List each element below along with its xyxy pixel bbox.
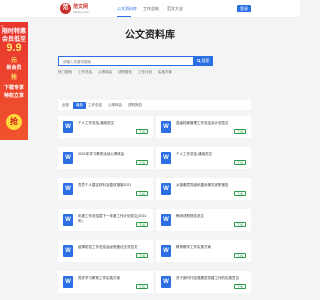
search-button[interactable]: 搜索 xyxy=(193,56,213,66)
doc-card[interactable]: W 教育教学工作实施方案 下载 xyxy=(156,240,251,262)
logo-url: fanwen.com xyxy=(73,9,90,14)
nav-active-indicator xyxy=(117,16,131,17)
login-button[interactable]: 登录 xyxy=(237,5,251,12)
doc-title[interactable]: 县级档案管理工作总结及计划范文 xyxy=(176,121,246,126)
search-button-label: 搜索 xyxy=(201,58,210,63)
hot-search-link[interactable]: 工作计划 xyxy=(138,70,152,74)
download-button[interactable]: 下载 xyxy=(136,284,148,289)
top-nav: 范 范文网 fanwen.com 公文资料库 工作总结 范文大全 登录 xyxy=(0,0,300,18)
doc-card[interactable]: W 县级档案管理工作总结及计划范文 下载 xyxy=(156,116,251,138)
doc-title[interactable]: 个人工作总结-通用范文 xyxy=(176,152,246,157)
doc-title[interactable]: 教育教学工作实施方案 xyxy=(176,245,246,250)
word-doc-icon: W xyxy=(161,276,171,288)
doc-title[interactable]: 个人工作总结-通用范文 xyxy=(78,121,148,126)
filter-latest[interactable]: 最新 xyxy=(73,102,86,109)
word-doc-icon: W xyxy=(161,245,171,257)
doc-title[interactable]: 教师述职报告范文 xyxy=(176,214,246,219)
search-input[interactable] xyxy=(63,58,183,65)
grab-button[interactable]: 抢 xyxy=(6,114,22,130)
doc-title[interactable]: 乡镇基层党组织建设情况述职报告 xyxy=(176,183,246,188)
logo[interactable]: 范 范文网 fanwen.com xyxy=(60,3,89,14)
download-button[interactable]: 下载 xyxy=(234,222,246,227)
nav-link-essays[interactable]: 范文大全 xyxy=(167,6,183,12)
download-button[interactable]: 下载 xyxy=(234,191,246,196)
download-button[interactable]: 下载 xyxy=(234,253,246,258)
download-button[interactable]: 下载 xyxy=(234,129,246,134)
word-doc-icon: W xyxy=(161,121,171,133)
doc-card[interactable]: W 疫情防控工作总结及经验做法交流范文 下载 xyxy=(58,240,153,262)
download-button[interactable]: 下载 xyxy=(234,160,246,165)
doc-card[interactable]: W 教师述职报告范文 下载 xyxy=(156,209,251,231)
word-doc-icon: W xyxy=(161,152,171,164)
word-doc-icon: W xyxy=(63,276,73,288)
doc-card[interactable]: W 党员个人建议材料及整改措施2021 下载 xyxy=(58,178,153,200)
doc-card[interactable]: W 2021年学习教育活动心得体会 下载 xyxy=(58,147,153,169)
promo-line: 抢 xyxy=(10,75,17,81)
doc-card[interactable]: W 党史学习教育工作实施方案 下载 xyxy=(58,271,153,293)
filter-all[interactable]: 全部 xyxy=(62,103,69,108)
nav-link-library[interactable]: 公文资料库 xyxy=(117,6,137,12)
download-button[interactable]: 下载 xyxy=(136,253,148,258)
word-doc-icon: W xyxy=(63,152,73,164)
filter-summary[interactable]: 工作总结 xyxy=(88,103,102,108)
doc-card[interactable]: W 个人工作总结-通用范文 下载 xyxy=(58,116,153,138)
doc-card[interactable]: W 个人工作总结-通用范文 下载 xyxy=(156,147,251,169)
hot-search-link[interactable]: 述职报告 xyxy=(118,70,132,74)
word-doc-icon: W xyxy=(63,245,73,257)
word-doc-icon: W xyxy=(161,183,171,195)
hot-label: 热门搜索 xyxy=(58,70,72,74)
download-button[interactable]: 下载 xyxy=(136,222,148,227)
doc-card[interactable]: W 关于新时代加强基层党建工作的实施意见 下载 xyxy=(156,271,251,293)
hot-search-link[interactable]: 心得体会 xyxy=(98,70,112,74)
download-button[interactable]: 下载 xyxy=(136,160,148,165)
doc-card[interactable]: W 乡镇基层党组织建设情况述职报告 下载 xyxy=(156,178,251,200)
promo-price: 9.9 xyxy=(6,42,22,54)
word-doc-icon: W xyxy=(161,214,171,226)
hot-search-link[interactable]: 实施方案 xyxy=(158,70,172,74)
download-button[interactable]: 下载 xyxy=(234,284,246,289)
doc-title[interactable]: 党史学习教育工作实施方案 xyxy=(78,276,148,281)
download-button[interactable]: 下载 xyxy=(136,129,148,134)
page: 范 范文网 fanwen.com 公文资料库 工作总结 范文大全 登录 × 限时… xyxy=(0,0,300,300)
doc-title[interactable]: 关于新时代加强基层党建工作的实施意见 xyxy=(176,276,246,281)
doc-card[interactable]: W 年度工作总结暨下一年度工作计划范文(2021年) 下载 xyxy=(58,209,153,231)
download-button[interactable]: 下载 xyxy=(136,191,148,196)
search-box xyxy=(58,56,213,66)
logo-mark: 范 xyxy=(60,3,71,14)
promo-line: 下载专享 xyxy=(3,85,24,91)
word-doc-icon: W xyxy=(63,121,73,133)
filter-bar: 全部 最新 工作总结 心得体会 述职报告 xyxy=(58,100,251,110)
doc-title[interactable]: 党员个人建议材料及整改措施2021 xyxy=(78,183,148,188)
hot-searches: 热门搜索 工作总结 心得体会 述职报告 工作计划 实施方案 xyxy=(58,70,177,75)
page-title: 公文资料库 xyxy=(125,30,175,41)
nav-link-summary[interactable]: 工作总结 xyxy=(143,6,159,12)
promo-line: 特权立享 xyxy=(3,93,24,99)
filter-experience[interactable]: 心得体会 xyxy=(108,103,122,108)
promo-line: 新会员 xyxy=(6,65,22,71)
doc-title[interactable]: 疫情防控工作总结及经验做法交流范文 xyxy=(78,245,148,250)
doc-title[interactable]: 2021年学习教育活动心得体会 xyxy=(78,152,148,157)
logo-text: 范文网 fanwen.com xyxy=(73,4,89,14)
hot-search-link[interactable]: 工作总结 xyxy=(78,70,92,74)
logo-name: 范文网 xyxy=(73,3,89,10)
word-doc-icon: W xyxy=(63,183,73,195)
word-doc-icon: W xyxy=(63,214,73,226)
search-icon xyxy=(196,59,201,63)
promo-line: 元 xyxy=(10,58,17,64)
filter-report[interactable]: 述职报告 xyxy=(128,103,142,108)
